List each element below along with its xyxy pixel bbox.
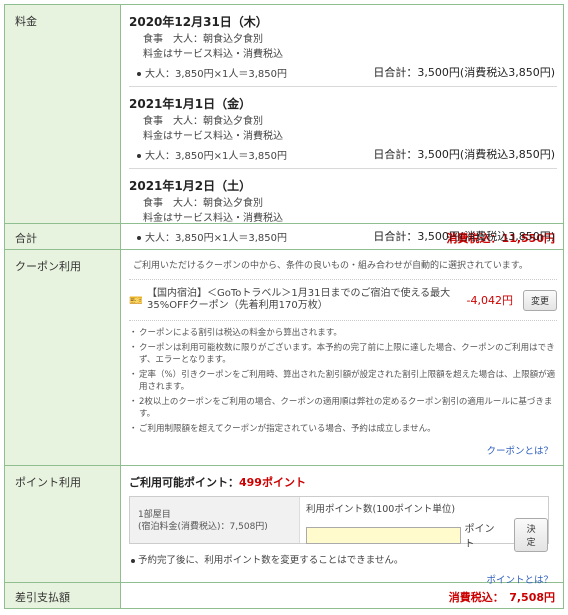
meal-info: 食事 大人：朝食込夕食別 xyxy=(143,34,263,45)
price-breakdown: 大人：3,850円×1人＝3,850円 xyxy=(129,65,287,80)
points-unit: ポイント xyxy=(464,524,495,550)
coupon-item: 🎫 【国内宿泊】＜GoToトラベル＞1月31日までのご宿泊で使える最大35%OF… xyxy=(129,280,557,321)
tax-note: 料金はサービス料込・消費税込 xyxy=(143,131,283,142)
points-row: ポイント利用 ご利用可能ポイント：499ポイント 1部屋目 (宿泊料金(消費税込… xyxy=(5,466,563,586)
coupon-ticket-icon: 🎫 xyxy=(129,293,143,307)
coupon-intro: ご利用いただけるクーポンの中から、条件の良いもの・組み合わせが自動的に選択されて… xyxy=(129,250,557,280)
coupon-row: クーポン利用 ご利用いただけるクーポンの中から、条件の良いもの・組み合わせが自動… xyxy=(5,250,563,466)
coupon-note: 2枚以上のクーポンをご利用の場合、クーポンの適用順は弊社の定めるクーポン割引の適… xyxy=(129,396,557,421)
meal-info: 食事 大人：朝食込夕食別 xyxy=(143,198,263,209)
coupon-notes: クーポンによる割引は税込の料金から算出されます。 クーポンは利用可能枚数に限りが… xyxy=(129,321,557,439)
fee-content: 2020年12月31日（木） 食事 大人：朝食込夕食別 料金はサービス料込・消費… xyxy=(121,5,563,244)
decide-button[interactable]: 決定 xyxy=(514,518,548,552)
coupon-note: クーポンによる割引は税込の料金から算出されます。 xyxy=(129,327,557,340)
fee-row: 料金 2020年12月31日（木） 食事 大人：朝食込夕食別 料金はサービス料込… xyxy=(5,5,563,244)
day-date: 2021年1月2日（土） xyxy=(129,179,252,193)
price-breakdown: 大人：3,850円×1人＝3,850円 xyxy=(129,229,287,244)
points-label: ポイント利用 xyxy=(5,466,121,582)
day-block: 2021年1月2日（土） 食事 大人：朝食込夕食別 料金はサービス料込・消費税込… xyxy=(129,169,557,250)
day-subtotal: 日合計：3,500円(消費税込3,850円) xyxy=(373,230,555,243)
tax-note: 料金はサービス料込・消費税込 xyxy=(143,213,283,224)
day-date: 2020年12月31日（木） xyxy=(129,15,268,29)
price-breakdown: 大人：3,850円×1人＝3,850円 xyxy=(129,147,287,162)
coupon-note: ご利用制限額を超えてクーポンが指定されている場合、予約は成立しません。 xyxy=(129,423,557,436)
available-points: ご利用可能ポイント：499ポイント xyxy=(129,476,306,489)
points-input-label: 利用ポイント数(100ポイント単位) xyxy=(306,504,456,515)
room-fee: (宿泊料金(消費税込)：7,508円) xyxy=(138,522,268,532)
coupon-name: 【国内宿泊】＜GoToトラベル＞1月31日までのご宿泊で使える最大35%OFFク… xyxy=(147,288,451,311)
coupon-label: クーポン利用 xyxy=(5,250,121,465)
coupon-note: クーポンは利用可能枚数に限りがございます。本予約の完了前に上限に達した場合、クー… xyxy=(129,342,557,367)
total-label: 合計 xyxy=(5,224,121,249)
day-block: 2020年12月31日（木） 食事 大人：朝食込夕食別 料金はサービス料込・消費… xyxy=(129,5,557,87)
coupon-note: 定率（%）引きクーポンをご利用時、算出された割引額が設定された割引上限額を超えた… xyxy=(129,369,557,394)
payment-row: 差引支払額 消費税込： 7,508円 xyxy=(5,583,563,608)
points-content: ご利用可能ポイント：499ポイント 1部屋目 (宿泊料金(消費税込)：7,508… xyxy=(121,466,563,586)
points-input[interactable] xyxy=(306,526,461,544)
coupon-amount: -4,042円 xyxy=(466,294,513,307)
tax-note: 料金はサービス料込・消費税込 xyxy=(143,49,283,60)
booking-summary-table: 料金 2020年12月31日（木） 食事 大人：朝食込夕食別 料金はサービス料込… xyxy=(4,4,564,609)
day-subtotal: 日合計：3,500円(消費税込3,850円) xyxy=(373,66,555,79)
fee-label: 料金 xyxy=(5,5,121,223)
room-info: 1部屋目 (宿泊料金(消費税込)：7,508円) xyxy=(130,497,300,543)
payment-label: 差引支払額 xyxy=(5,583,121,608)
day-block: 2021年1月1日（金） 食事 大人：朝食込夕食別 料金はサービス料込・消費税込… xyxy=(129,87,557,169)
day-date: 2021年1月1日（金） xyxy=(129,97,252,111)
meal-info: 食事 大人：朝食込夕食別 xyxy=(143,116,263,127)
coupon-help-link[interactable]: クーポンとは？ xyxy=(129,439,557,463)
payment-amount: 消費税込： 7,508円 xyxy=(448,591,555,604)
coupon-content: ご利用いただけるクーポンの中から、条件の良いもの・組み合わせが自動的に選択されて… xyxy=(121,250,563,465)
room-label: 1部屋目 xyxy=(138,510,171,520)
points-entry-box: 1部屋目 (宿泊料金(消費税込)：7,508円) 利用ポイント数(100ポイント… xyxy=(129,496,549,552)
change-coupon-button[interactable]: 変更 xyxy=(522,289,557,311)
day-subtotal: 日合計：3,500円(消費税込3,850円) xyxy=(373,148,555,161)
